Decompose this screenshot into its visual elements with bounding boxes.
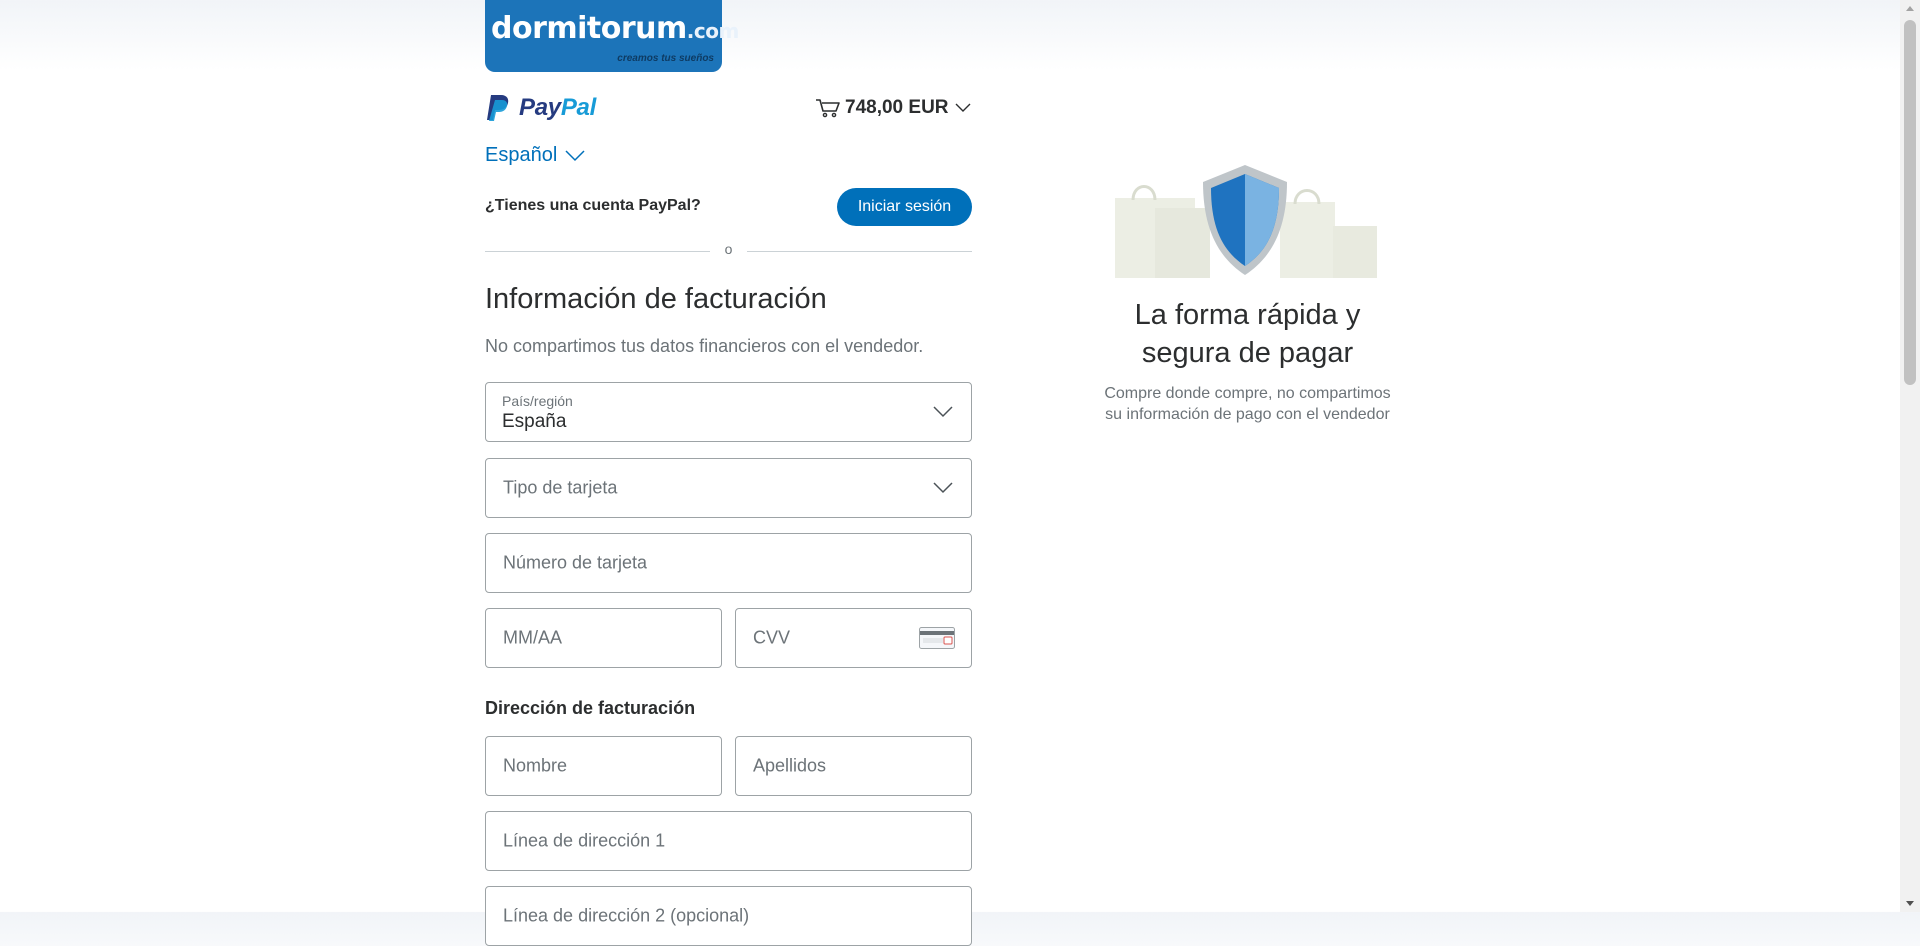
address-line1-input[interactable]: Línea de dirección 1 — [485, 811, 972, 871]
address-line2-input[interactable]: Línea de dirección 2 (opcional) — [485, 886, 972, 946]
last-name-input[interactable]: Apellidos — [735, 736, 972, 796]
cart-total-dropdown[interactable]: 748,00 EUR — [815, 93, 971, 123]
card-type-select[interactable]: Tipo de tarjeta — [485, 458, 972, 518]
shield-shopping-illustration — [1115, 165, 1377, 278]
merchant-name: dormitorum — [491, 11, 687, 46]
address-line2-placeholder: Línea de dirección 2 (opcional) — [503, 905, 750, 926]
scroll-down-arrow-icon[interactable] — [1900, 895, 1920, 912]
chevron-down-icon — [955, 103, 971, 112]
promo-text-line1: Compre donde compre, no compartimos — [1104, 385, 1391, 402]
first-name-input[interactable]: Nombre — [485, 736, 722, 796]
billing-title: Información de facturación — [485, 283, 827, 315]
merchant-tagline: creamos tus sueños — [617, 53, 714, 64]
card-cvv-icon — [919, 627, 955, 649]
country-label: País/región — [502, 393, 573, 409]
promo-title-line2: segura de pagar — [1141, 337, 1354, 369]
expiry-placeholder: MM/AA — [503, 627, 563, 648]
merchant-domain: .com — [686, 19, 740, 43]
cvv-input[interactable]: CVV — [735, 608, 972, 668]
country-value: España — [502, 411, 567, 432]
scrollbar-thumb[interactable] — [1904, 20, 1916, 385]
billing-address-title: Dirección de facturación — [485, 698, 696, 718]
cart-total-amount: 748,00 EUR — [845, 97, 949, 118]
cvv-placeholder: CVV — [753, 627, 791, 648]
scroll-up-arrow-icon[interactable] — [1900, 0, 1920, 17]
promo-title: La forma rápida y segura de pagar — [1060, 296, 1435, 372]
first-name-placeholder: Nombre — [503, 755, 568, 776]
paypal-wordmark-pal: Pal — [560, 94, 596, 121]
language-label: Español — [485, 144, 558, 166]
promo-text: Compre donde compre, no compartimos su i… — [1060, 383, 1435, 425]
paypal-p-icon — [487, 95, 509, 121]
address-line1-placeholder: Línea de dirección 1 — [503, 830, 666, 851]
country-select[interactable]: País/región España — [485, 382, 972, 442]
language-selector[interactable]: Español — [485, 144, 585, 167]
expiry-input[interactable]: MM/AA — [485, 608, 722, 668]
or-text: o — [724, 241, 733, 257]
login-button[interactable]: Iniciar sesión — [837, 188, 972, 226]
paypal-wordmark-pay: Pay — [519, 94, 561, 121]
chevron-down-icon — [933, 406, 953, 418]
or-divider: o — [485, 241, 972, 261]
promo-text-line2: su información de pago con el vendedor — [1105, 406, 1390, 423]
card-number-input[interactable]: Número de tarjeta — [485, 533, 972, 593]
chevron-down-icon — [933, 482, 953, 494]
account-question: ¿Tienes una cuenta PayPal? — [485, 197, 701, 214]
page-scrollbar[interactable] — [1900, 0, 1920, 912]
card-type-placeholder: Tipo de tarjeta — [503, 477, 618, 498]
chevron-down-icon — [565, 149, 585, 161]
cart-icon — [816, 99, 840, 118]
last-name-placeholder: Apellidos — [753, 755, 827, 776]
card-number-placeholder: Número de tarjeta — [503, 552, 648, 573]
merchant-logo[interactable]: dormitorum.com creamos tus sueños — [485, 0, 739, 72]
privacy-note: No compartimos tus datos financieros con… — [485, 336, 924, 356]
paypal-logo: Pay Pal — [485, 93, 596, 123]
promo-title-line1: La forma rápida y — [1134, 299, 1361, 331]
